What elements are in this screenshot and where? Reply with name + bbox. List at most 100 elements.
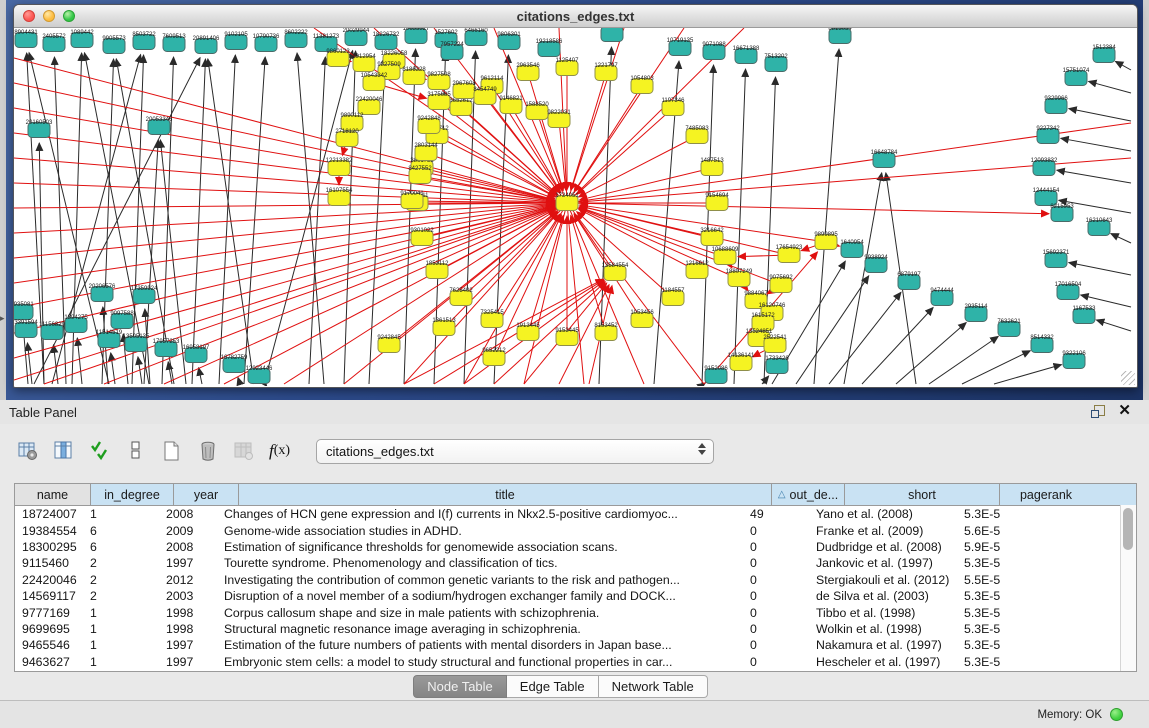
- graph-node[interactable]: 9071088: [702, 42, 726, 60]
- graph-node[interactable]: 9890112: [341, 113, 365, 131]
- graph-node[interactable]: 9097588: [110, 311, 134, 329]
- table-cell[interactable]: 1: [83, 606, 159, 620]
- import-table-disabled-icon[interactable]: [230, 438, 257, 465]
- graph-node[interactable]: 1221797: [594, 63, 618, 81]
- graph-edge[interactable]: [238, 377, 240, 384]
- graph-node[interactable]: 20160503: [26, 120, 53, 138]
- graph-node[interactable]: 10719135: [667, 38, 694, 56]
- graph-node[interactable]: 9827508: [427, 72, 451, 90]
- graph-edge[interactable]: [1089, 81, 1131, 93]
- table-cell[interactable]: 0: [743, 556, 809, 570]
- graph-edge[interactable]: [77, 338, 82, 384]
- graph-edge[interactable]: [1111, 234, 1131, 243]
- table-cell[interactable]: Corpus callosum shape and size in male p…: [217, 606, 743, 620]
- graph-edge[interactable]: [844, 173, 882, 384]
- graph-node[interactable]: 1167533: [1073, 306, 1097, 324]
- table-cell[interactable]: 1998: [159, 606, 217, 620]
- graph-edge[interactable]: [1115, 61, 1131, 70]
- float-window-icon[interactable]: [1091, 405, 1104, 418]
- table-row[interactable]: 911546021997Tourette syndrome. Phenomeno…: [15, 555, 1136, 571]
- graph-edge[interactable]: [1069, 263, 1131, 275]
- table-cell[interactable]: Estimation of significance thresholds fo…: [217, 540, 743, 554]
- column-header-name[interactable]: name: [15, 484, 90, 505]
- table-cell[interactable]: 1: [83, 622, 159, 636]
- graph-edge[interactable]: [567, 28, 624, 203]
- graph-node[interactable]: 1361513: [432, 318, 456, 336]
- graph-edge[interactable]: [297, 53, 324, 384]
- graph-node[interactable]: 16671388: [733, 46, 760, 64]
- table-cell[interactable]: Stergiakouli et al. (2012): [809, 573, 957, 587]
- table-cell[interactable]: Changes of HCN gene expression and I(f) …: [217, 507, 743, 521]
- table-cell[interactable]: 1997: [159, 655, 217, 669]
- graph-edge[interactable]: [422, 168, 554, 200]
- table-cell[interactable]: 2008: [159, 540, 217, 554]
- table-cell[interactable]: 5.3E-5: [957, 556, 1043, 570]
- graph-node[interactable]: 11514519: [96, 330, 123, 348]
- graph-node[interactable]: 8813054: [828, 28, 852, 44]
- column-header-short[interactable]: short: [844, 484, 999, 505]
- table-cell[interactable]: 1: [83, 655, 159, 669]
- table-cell[interactable]: 6: [83, 540, 159, 554]
- graph-node[interactable]: 12213382: [326, 158, 353, 176]
- graph-node[interactable]: 9905573: [102, 36, 126, 54]
- graph-node[interactable]: 16107554: [326, 188, 353, 206]
- graph-edge[interactable]: [1057, 170, 1131, 183]
- vertical-scrollbar[interactable]: [1120, 505, 1136, 671]
- graph-edge[interactable]: [219, 55, 235, 384]
- graph-node[interactable]: 9329966: [1044, 96, 1068, 114]
- table-cell[interactable]: 5.3E-5: [957, 507, 1043, 521]
- graph-edge[interactable]: [494, 282, 605, 384]
- graph-node[interactable]: 9938924: [864, 255, 888, 273]
- graph-node[interactable]: 1913445: [516, 323, 540, 341]
- graph-node[interactable]: 16210643: [1086, 218, 1113, 236]
- new-table-icon[interactable]: [158, 438, 185, 465]
- graph-node[interactable]: 18226732: [373, 32, 400, 50]
- graph-node[interactable]: 9301022: [410, 228, 434, 246]
- graph-node[interactable]: 20053346: [146, 117, 173, 135]
- table-cell[interactable]: Genome-wide association studies in ADHD.: [217, 524, 743, 538]
- graph-edge[interactable]: [962, 351, 1030, 384]
- graph-node[interactable]: 13505135: [123, 334, 150, 352]
- graph-node[interactable]: 9899895: [814, 232, 838, 250]
- column-header-year[interactable]: year: [173, 484, 238, 505]
- table-cell[interactable]: 2: [83, 589, 159, 603]
- table-cell[interactable]: Estimation of the future numbers of pati…: [217, 638, 743, 652]
- table-cell[interactable]: Structural magnetic resonance image aver…: [217, 622, 743, 636]
- graph-node[interactable]: 9242845: [377, 335, 401, 353]
- graph-node[interactable]: 20891406: [193, 36, 220, 54]
- table-cell[interactable]: 0: [743, 540, 809, 554]
- table-row[interactable]: 946362711997Embryonic stem cells: a mode…: [15, 654, 1136, 670]
- graph-node[interactable]: 9227342: [1036, 126, 1060, 144]
- select-all-checks-icon[interactable]: [86, 438, 113, 465]
- graph-node[interactable]: 11156829: [39, 322, 65, 340]
- graph-node[interactable]: 7632621: [997, 319, 1021, 337]
- graph-edge[interactable]: [994, 365, 1062, 384]
- graph-node[interactable]: 17957253: [153, 339, 180, 357]
- graph-node[interactable]: 8215953: [1050, 204, 1074, 222]
- graph-node[interactable]: 18807249: [726, 269, 753, 287]
- graph-node[interactable]: 7485083: [685, 126, 709, 144]
- graph-node[interactable]: 12093832: [1031, 158, 1058, 176]
- table-cell[interactable]: 5.3E-5: [957, 655, 1043, 669]
- table-cell[interactable]: 2: [83, 573, 159, 587]
- graph-node[interactable]: 2522541: [763, 335, 787, 353]
- table-cell[interactable]: Disruption of a novel member of a sodium…: [217, 589, 743, 603]
- table-row[interactable]: 1456911722003Disruption of a novel membe…: [15, 588, 1136, 604]
- graph-node[interactable]: 8186328: [402, 67, 426, 85]
- table-cell[interactable]: Nakamura et al. (1997): [809, 638, 957, 652]
- graph-node[interactable]: 10543342: [361, 73, 388, 91]
- graph-node[interactable]: 4935081: [14, 302, 34, 320]
- graph-node[interactable]: 7957224: [440, 42, 464, 60]
- graph-edge[interactable]: [162, 57, 174, 384]
- graph-node[interactable]: 3391594: [14, 320, 38, 338]
- table-cell[interactable]: 5.3E-5: [957, 606, 1043, 620]
- graph-edge[interactable]: [580, 168, 712, 200]
- graph-edge[interactable]: [14, 108, 567, 203]
- graph-edge[interactable]: [111, 353, 115, 384]
- graph-node[interactable]: 17359924: [131, 286, 158, 304]
- table-row[interactable]: 977716911998Corpus callosum shape and si…: [15, 604, 1136, 620]
- graph-node[interactable]: 1853112: [426, 261, 450, 279]
- table-cell[interactable]: 18724007: [15, 507, 83, 521]
- graph-node[interactable]: 9075692: [769, 275, 793, 293]
- graph-node[interactable]: 1197346: [662, 98, 686, 116]
